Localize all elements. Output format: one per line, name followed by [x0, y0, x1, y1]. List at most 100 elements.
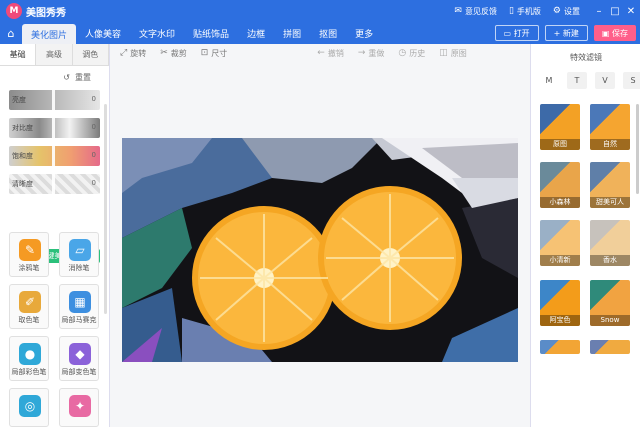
tab-collage[interactable]: 拼图: [274, 22, 310, 44]
title-bar: M 美图秀秀 ✉ 意见反馈 ▯ 手机版 ⚙ 设置 – □ ✕: [0, 0, 640, 22]
tool-label: 局部变色笔: [61, 368, 97, 376]
filter-label: 小森林: [540, 197, 580, 208]
filter-label: 原图: [540, 139, 580, 150]
color-picker-tool[interactable]: ✐ 取色笔: [9, 284, 49, 329]
canvas-toolbar: ⤢ 旋转 ✂ 裁剪 ⊡ 尺寸 ← 撤销 → 重做 ◷ 历史 ◫ 原图: [110, 44, 530, 62]
category-v[interactable]: V: [595, 72, 615, 89]
local-recolor-pen-tool[interactable]: ◆ 局部变色笔: [59, 336, 99, 381]
rotate-button[interactable]: ⤢ 旋转: [120, 48, 146, 59]
magic-pen-tool[interactable]: ✦: [59, 388, 99, 427]
photo-oranges: [122, 138, 518, 362]
original-label: 原图: [450, 48, 467, 58]
tab-cutout[interactable]: 抠图: [310, 22, 346, 44]
clock-icon: ◷: [398, 48, 407, 58]
rotate-label: 旋转: [130, 48, 147, 58]
filter-panel: 特效滤镜 M T V S 原图 自然 小森林 甜美可人 小清新 香水 阿宝色 S…: [530, 44, 640, 427]
category-m[interactable]: M: [539, 72, 559, 89]
tool-label: 消除笔: [68, 264, 90, 272]
slider-value: 0: [91, 123, 96, 131]
slider-value: 0: [91, 95, 96, 103]
contrast-slider[interactable]: 对比度 0: [9, 118, 100, 138]
color-picker-icon: ✐: [19, 291, 41, 313]
compare-icon: ◫: [439, 48, 448, 58]
history-label: 历史: [409, 48, 426, 58]
tab-portrait[interactable]: 人像美容: [76, 22, 130, 44]
mobile-version-link[interactable]: ▯ 手机版: [509, 6, 541, 17]
scissors-icon: ✂: [160, 48, 168, 58]
phone-icon: ▯: [508, 6, 514, 16]
filter-perfume[interactable]: 香水: [590, 220, 630, 266]
tab-beautify[interactable]: 美化图片: [22, 24, 77, 44]
filter-more-1[interactable]: [540, 340, 580, 354]
eraser-pen-tool[interactable]: ▱ 消除笔: [59, 232, 99, 277]
settings-label: 设置: [564, 6, 580, 16]
eraser-icon: ▱: [69, 239, 91, 261]
doodle-pen-tool[interactable]: ✎ 涂鸦笔: [9, 232, 49, 277]
subtab-advanced[interactable]: 高级: [36, 44, 73, 65]
local-color-pen-tool[interactable]: ● 局部彩色笔: [9, 336, 49, 381]
slider-knob[interactable]: [52, 146, 55, 166]
new-label: 新建: [562, 28, 579, 38]
saturation-slider[interactable]: 饱和度 0: [9, 146, 100, 166]
left-scrollbar[interactable]: [104, 104, 107, 314]
history-button[interactable]: ◷ 历史: [398, 48, 425, 59]
background-blur-tool[interactable]: ◎: [9, 388, 49, 427]
filter-fresh[interactable]: 小清新: [540, 220, 580, 266]
filter-forest[interactable]: 小森林: [540, 162, 580, 208]
minimize-button[interactable]: –: [592, 6, 606, 17]
local-mosaic-tool[interactable]: ▦ 局部马赛克: [59, 284, 99, 329]
size-label: 尺寸: [211, 48, 228, 58]
photo-canvas[interactable]: [122, 138, 518, 362]
settings-link[interactable]: ⚙ 设置: [553, 6, 580, 17]
plus-icon: +: [553, 28, 563, 38]
filter-label: Snow: [590, 315, 630, 326]
filter-snow[interactable]: Snow: [590, 280, 630, 326]
slider-knob[interactable]: [52, 174, 55, 194]
filter-label: 小清新: [540, 255, 580, 266]
slider-value: 0: [91, 151, 96, 159]
paintbrush-icon: ✎: [19, 239, 41, 261]
close-button[interactable]: ✕: [624, 6, 638, 17]
filter-abao[interactable]: 阿宝色: [540, 280, 580, 326]
filter-label: 自然: [590, 139, 630, 150]
subtab-color[interactable]: 调色: [72, 44, 109, 65]
category-s[interactable]: S: [623, 72, 640, 89]
filter-scrollbar[interactable]: [636, 104, 639, 194]
open-button[interactable]: ▭ 打开: [494, 25, 539, 41]
tab-stickers[interactable]: 贴纸饰品: [184, 22, 238, 44]
slider-knob[interactable]: [52, 118, 55, 138]
blur-icon: ◎: [19, 395, 41, 417]
crop-button[interactable]: ✂ 裁剪: [160, 48, 187, 59]
adjust-subtabs: 基础 高级 调色: [0, 44, 109, 66]
brightness-slider[interactable]: 亮度 0: [9, 90, 100, 110]
undo-label: 撤销: [327, 48, 344, 58]
open-label: 打开: [513, 28, 530, 38]
original-button[interactable]: ◫ 原图: [439, 48, 467, 59]
redo-icon: →: [357, 48, 366, 58]
reset-label: 重置: [75, 73, 91, 82]
filter-more-2[interactable]: [590, 340, 630, 354]
gear-icon: ⚙: [552, 6, 561, 16]
tab-more[interactable]: 更多: [346, 22, 382, 44]
redo-button[interactable]: → 重做: [358, 48, 385, 59]
filter-sweet[interactable]: 甜美可人: [590, 162, 630, 208]
mosaic-icon: ▦: [69, 291, 91, 313]
sharpness-slider[interactable]: 清晰度 0: [9, 174, 100, 194]
slider-knob[interactable]: [52, 90, 55, 110]
subtab-basic[interactable]: 基础: [0, 44, 37, 65]
color-pen-icon: ●: [19, 343, 41, 365]
maximize-button[interactable]: □: [608, 6, 622, 17]
tab-frame[interactable]: 边框: [238, 22, 274, 44]
save-button[interactable]: ▣ 保存: [593, 25, 636, 41]
new-button[interactable]: + 新建: [544, 25, 588, 41]
undo-button[interactable]: ← 撤销: [317, 48, 344, 59]
filter-original[interactable]: 原图: [540, 104, 580, 150]
filter-label: 香水: [590, 255, 630, 266]
reset-button[interactable]: ↺ 重置: [63, 72, 91, 83]
feedback-link[interactable]: ✉ 意见反馈: [454, 6, 497, 17]
filter-natural[interactable]: 自然: [590, 104, 630, 150]
home-icon[interactable]: ⌂: [0, 22, 22, 44]
tab-text-watermark[interactable]: 文字水印: [130, 22, 184, 44]
category-t[interactable]: T: [567, 72, 587, 89]
resize-button[interactable]: ⊡ 尺寸: [201, 48, 228, 59]
